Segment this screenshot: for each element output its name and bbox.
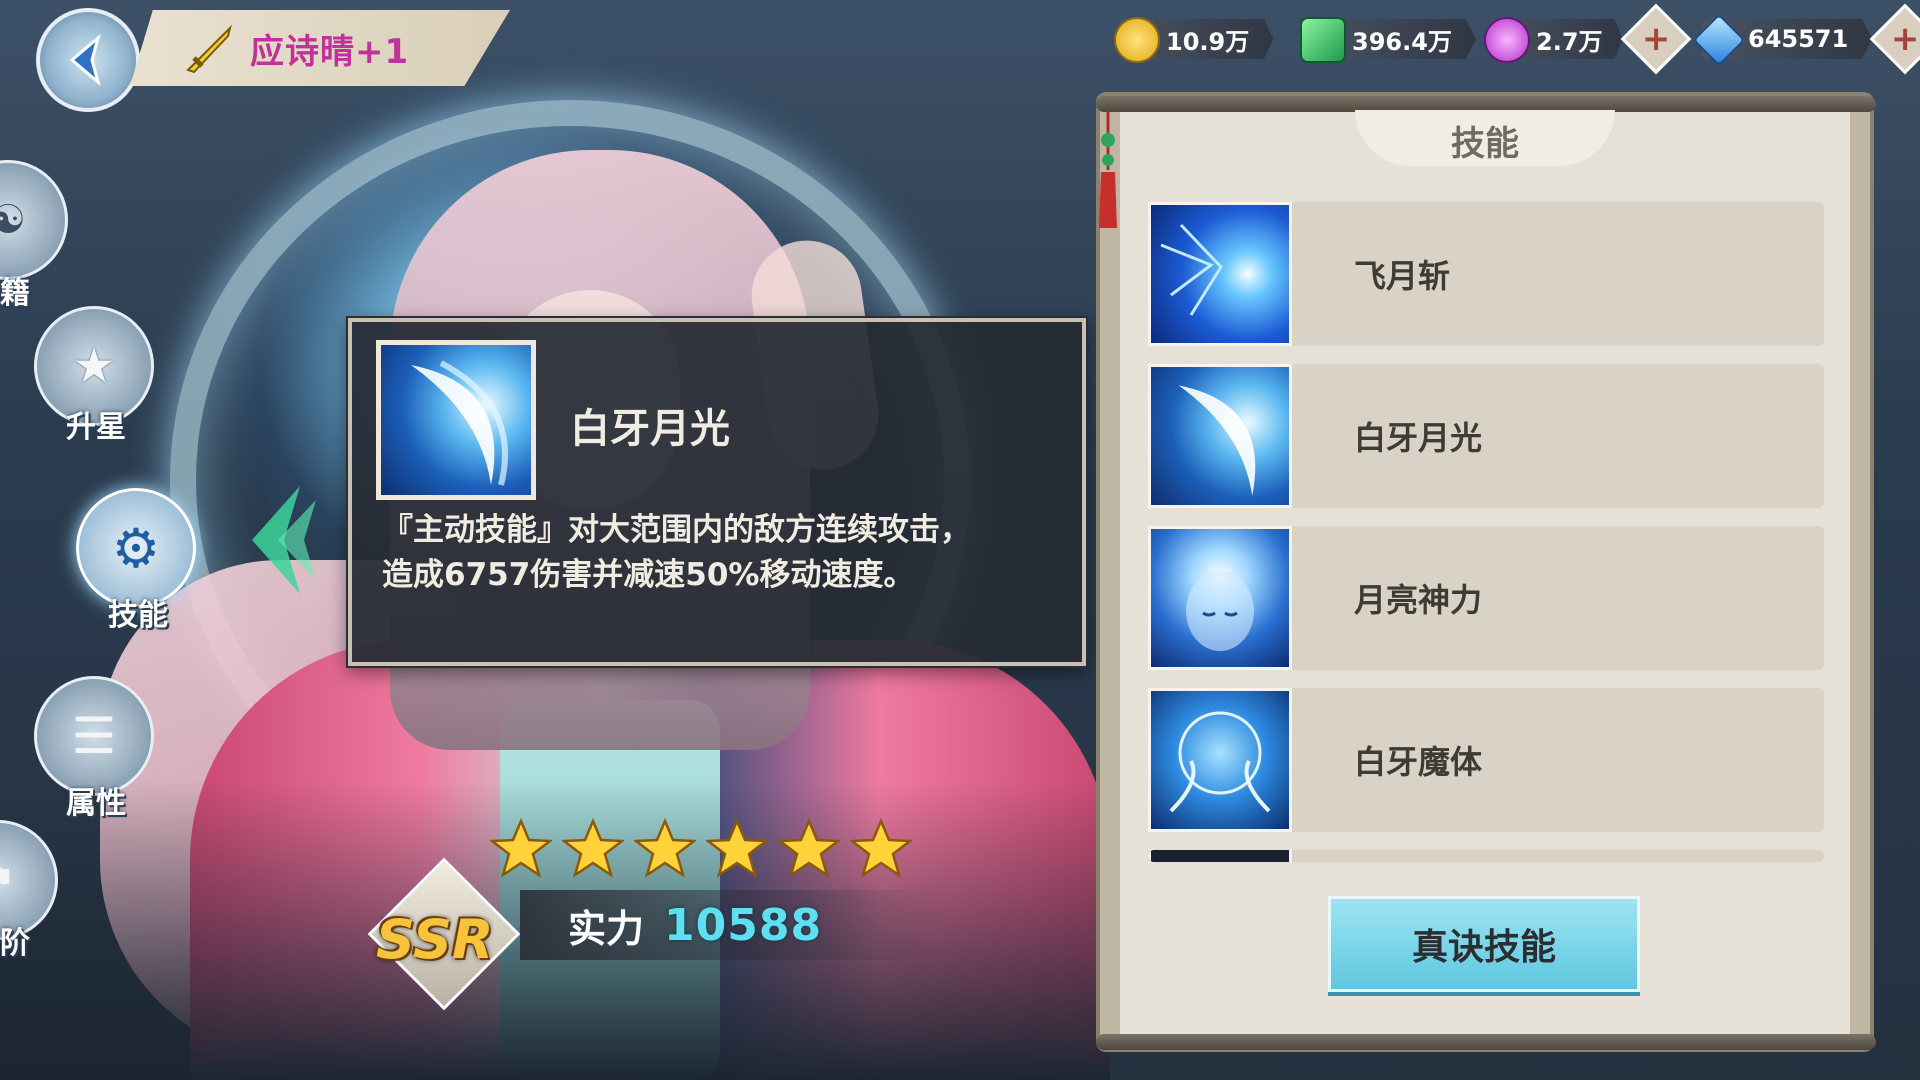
star-icon xyxy=(778,818,840,878)
currency-gold: 10.9万 xyxy=(1114,14,1274,64)
book-icon: ☯ xyxy=(0,197,26,243)
side-menu-skill-label: 技能 xyxy=(108,598,168,633)
next-skill-icon xyxy=(1148,850,1292,862)
add-diamond-button[interactable]: + xyxy=(1869,3,1920,75)
rarity-text: SSR xyxy=(376,908,494,971)
skill-name: 飞月斩 xyxy=(1354,257,1451,295)
side-menu-attributes-label: 属性 xyxy=(66,786,126,821)
moon-fang-demon-body-skill-icon xyxy=(1148,688,1292,832)
gold-coin-icon xyxy=(1114,17,1160,63)
tooltip-skill-name: 白牙月光 xyxy=(570,406,730,452)
green-gem-icon xyxy=(1300,17,1346,63)
star-icon: ★ xyxy=(72,338,116,394)
currency-diamond: 645571 + xyxy=(1692,3,1920,75)
tooltip-desc-line: 『主动技能』对大范围内的敌方连续攻击， xyxy=(382,512,971,548)
side-menu-rank-label: 阶 xyxy=(0,926,30,961)
currency-green-gem: 396.4万 xyxy=(1300,14,1476,64)
back-button[interactable] xyxy=(36,8,140,112)
moon-divine-power-skill-icon xyxy=(1148,526,1292,670)
star-icon xyxy=(634,818,696,878)
power-value: 10588 xyxy=(664,899,823,951)
skill-panel-title: 技能 xyxy=(1451,124,1519,164)
diamond-amount: 645571 xyxy=(1748,25,1849,53)
moon-fang-skill-icon xyxy=(1148,364,1292,508)
moon-fang-skill-icon xyxy=(376,340,536,500)
power-bar: 实力 10588 xyxy=(520,890,940,960)
skill-row-moon-fang-demon-body[interactable]: 白牙魔体 xyxy=(1148,688,1824,832)
skill-row-moon-fang-light[interactable]: 白牙月光 xyxy=(1148,364,1824,508)
tassel-icon xyxy=(1099,110,1117,228)
skill-icon: ⚙ xyxy=(111,516,161,580)
star-icon xyxy=(562,818,624,878)
power-label: 实力 xyxy=(568,906,645,951)
skill-tooltip: 白牙月光 『主动技能』对大范围内的敌方连续攻击， 造成6757伤害并减速50%移… xyxy=(348,318,1086,666)
star-icon xyxy=(850,818,912,878)
skill-name: 月亮神力 xyxy=(1354,581,1483,619)
green-gem-amount: 396.4万 xyxy=(1352,27,1452,56)
tooltip-desc-line: 造成6757伤害并减速50%移动速度。 xyxy=(382,557,915,593)
rarity-badge: SSR xyxy=(367,857,521,1011)
purple-orb-icon xyxy=(1484,17,1530,63)
star-rating xyxy=(490,818,912,880)
currency-purple-orb: 2.7万 + xyxy=(1484,3,1691,75)
skill-name: 白牙魔体 xyxy=(1354,743,1483,781)
skill-row-moon-divine-power[interactable]: 月亮神力 xyxy=(1148,526,1824,670)
attributes-icon: ☰ xyxy=(71,707,117,765)
plus-icon: + xyxy=(1641,19,1670,59)
skill-name: 白牙月光 xyxy=(1354,419,1483,457)
character-name-banner: 应诗晴+1 xyxy=(130,10,510,86)
tooltip-skill-description: 『主动技能』对大范围内的敌方连续攻击， 造成6757伤害并减速50%移动速度。 xyxy=(382,508,1072,598)
purple-orb-amount: 2.7万 xyxy=(1536,27,1603,56)
back-arrow-icon xyxy=(69,33,101,87)
sword-icon xyxy=(186,24,232,74)
skill-row-partial[interactable] xyxy=(1148,850,1824,862)
star-icon xyxy=(706,818,768,878)
plus-icon: + xyxy=(1890,19,1920,59)
side-menu-book-label: 籍 xyxy=(0,276,30,311)
add-purple-orb-button[interactable]: + xyxy=(1620,3,1691,75)
side-menu-star-up-label: 升星 xyxy=(66,410,126,445)
rank-icon: ⚑ xyxy=(0,857,16,903)
previous-character-arrow-icon[interactable] xyxy=(240,480,320,600)
gold-amount: 10.9万 xyxy=(1166,27,1250,56)
flying-moon-slash-skill-icon xyxy=(1148,202,1292,346)
true-skill-button-label: 真诀技能 xyxy=(1411,927,1556,968)
character-name: 应诗晴+1 xyxy=(250,31,410,72)
true-skill-button[interactable]: 真诀技能 xyxy=(1328,896,1640,992)
skill-row-flying-moon-slash[interactable]: 飞月斩 xyxy=(1148,202,1824,346)
panel-bottom-rod xyxy=(1096,1034,1876,1050)
